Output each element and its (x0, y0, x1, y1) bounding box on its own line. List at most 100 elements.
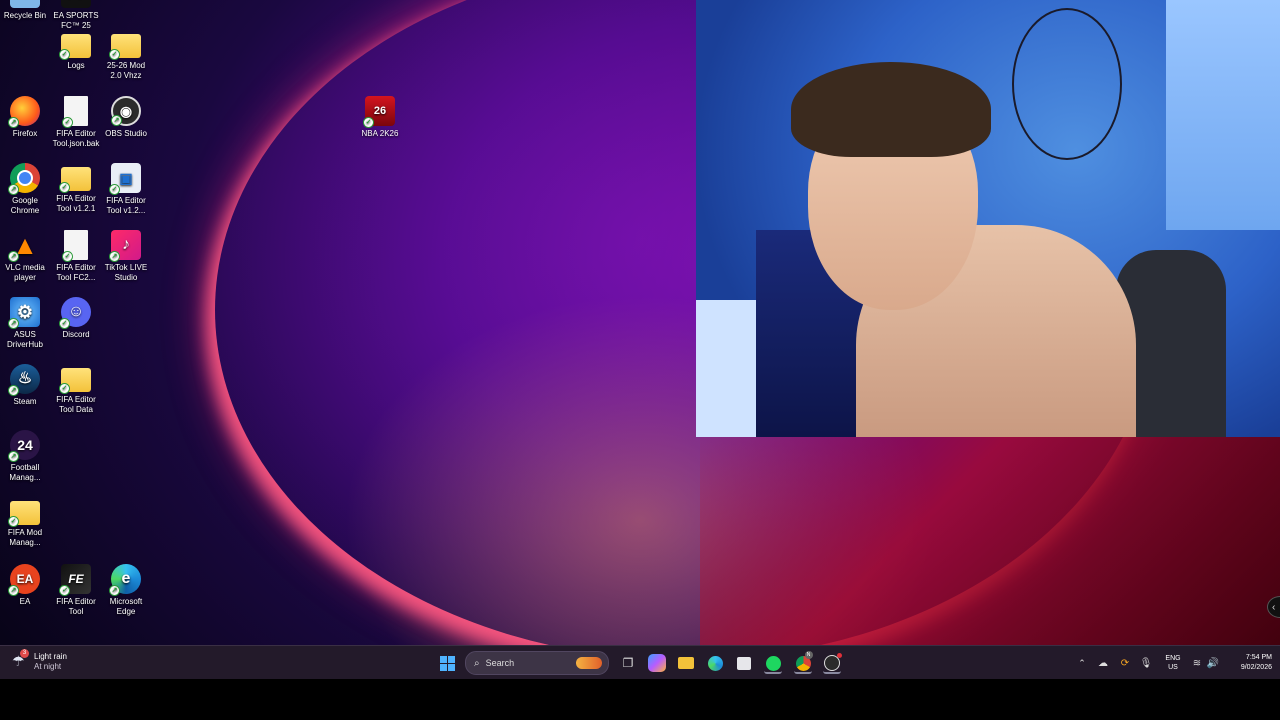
desktop-icon-label: EA (19, 597, 31, 606)
folder-icon: ✓ (59, 167, 91, 193)
desktop-icon-fifa-editor-data[interactable]: ✓ FIFA Editor Tool Data (51, 364, 101, 415)
google-chrome-icon: ↗ (8, 163, 40, 195)
desktop-icon-label: Recycle Bin (3, 11, 47, 20)
search-icon: ⌕ (474, 657, 480, 669)
desktop-icon-fifa-editor-fc2[interactable]: ✓ FIFA Editor Tool FC2... (51, 230, 101, 283)
file-explorer-button[interactable] (677, 654, 695, 672)
taskbar: ☂ 3 Light rain At night ⌕ Search ❐ N ⌃ ☁… (0, 645, 1280, 679)
desktop-icon-recycle-bin[interactable]: ♲ Recycle Bin (0, 0, 50, 21)
task-view-button[interactable]: ❐ (619, 654, 637, 672)
desktop-icon-football-manager[interactable]: 24 ↗ Football Manag... (0, 430, 50, 483)
weather-condition: Light rain (34, 652, 67, 661)
expand-chevron-icon[interactable]: ‹ (1267, 596, 1280, 618)
taskbar-search[interactable]: ⌕ Search (465, 651, 609, 675)
onedrive-icon[interactable]: ☁ (1096, 654, 1110, 672)
desktop-icon-fifa-mod-manager[interactable]: ✓ FIFA Mod Manag... (0, 497, 50, 548)
desktop-icon-label: VLC media player (5, 263, 45, 282)
letterbox-bar (0, 679, 1280, 720)
store-button[interactable] (735, 654, 753, 672)
edge-icon (707, 655, 723, 671)
desktop-icon-logs[interactable]: ✓ Logs (51, 30, 101, 71)
desktop-icon-label: FIFA Editor Tool FC2... (56, 263, 96, 282)
window-blind (1166, 0, 1280, 230)
desktop-icon-label: TikTok LIVE Studio (104, 263, 148, 282)
desktop-icon-label: ASUS DriverHub (6, 330, 43, 349)
desktop-icon-fifa-editor-v12[interactable]: ▣ ✓ FIFA Editor Tool v1.2... (101, 163, 151, 216)
desktop-icon-label: Logs (67, 61, 85, 70)
desktop-icon-label: Google Chrome (10, 196, 40, 215)
desktop-icon-fifa-editor-tool[interactable]: FE ✓ FIFA Editor Tool (51, 564, 101, 617)
edge-icon: e ↗ (109, 564, 141, 596)
desktop-icon-label: FIFA Editor Tool v1.2... (106, 196, 146, 215)
desktop-icon-discord[interactable]: ☺ ✓ Discord (51, 297, 101, 340)
desktop-icon-fifa-editor-json[interactable]: ✓ FIFA Editor Tool.json.bak (51, 96, 101, 149)
vlc-icon: ▲ ↗ (8, 230, 40, 262)
discord-icon: ☺ ✓ (59, 297, 91, 329)
desktop-icon-tiktok-live[interactable]: ♪ ↗ TikTok LIVE Studio (101, 230, 151, 283)
folder-icon: ✓ (59, 368, 91, 394)
desktop-icon-label: FIFA Mod Manag... (7, 528, 43, 547)
desktop-icon-google-chrome[interactable]: ↗ Google Chrome (0, 163, 50, 216)
language-indicator[interactable]: ENG US (1162, 654, 1184, 672)
desktop-icon-vlc[interactable]: ▲ ↗ VLC media player (0, 230, 50, 283)
obs-taskbar-button[interactable] (823, 653, 842, 674)
spotify-icon (765, 655, 781, 671)
firefox-icon: ↗ (8, 96, 40, 128)
desktop-icon-firefox[interactable]: ↗ Firefox (0, 96, 50, 139)
weather-widget[interactable]: ☂ 3 Light rain At night (12, 649, 67, 672)
ea-icon: EA ↗ (8, 564, 40, 596)
folder-icon (678, 657, 694, 669)
desktop-icon-ea-sports-fc[interactable]: FC EA SPORTS FC™ 25 (51, 0, 101, 31)
sync-icon[interactable]: ⟳ (1118, 654, 1132, 672)
desktop-icon-label: NBA 2K26 (361, 129, 399, 138)
microphone-icon[interactable]: 🎙 (1139, 654, 1153, 672)
wifi-icon[interactable]: ≋ (1190, 654, 1204, 672)
ea-sports-fc-icon: FC (61, 0, 91, 8)
desktop-icon-microsoft-edge[interactable]: e ↗ Microsoft Edge (101, 564, 151, 617)
date-text: 9/02/2026 (1240, 664, 1272, 671)
desktop-icon-fifa-editor-v121[interactable]: ✓ FIFA Editor Tool v1.2.1 (51, 163, 101, 214)
edge-taskbar-button[interactable] (706, 654, 724, 672)
steam-icon: ♨ ↗ (8, 364, 40, 396)
time-text: 7:54 PM (1245, 654, 1272, 661)
weather-badge: 3 (20, 649, 29, 658)
recording-dot-icon (837, 653, 842, 658)
desktop-icon-nba-2k26[interactable]: 26 ✓ NBA 2K26 (355, 96, 405, 139)
desktop-icon-label: OBS Studio (105, 129, 147, 138)
desktop-icon-label: Microsoft Edge (109, 597, 143, 616)
chrome-icon: N (795, 650, 813, 671)
folder-icon: ✓ (59, 34, 91, 60)
document-icon: ✓ (62, 96, 88, 128)
volume-icon[interactable]: 🔊 (1206, 654, 1220, 672)
hair (791, 62, 991, 157)
window-app-icon: ▣ ✓ (109, 163, 141, 195)
desktop-icon-label: FIFA Editor Tool Data (56, 395, 96, 414)
desktop-icon-label: FIFA Editor Tool (56, 597, 96, 616)
desktop-icon-asus-driverhub[interactable]: ⚙ ↗ ASUS DriverHub (0, 297, 50, 350)
clock[interactable]: 7:54 PM 9/02/2026 (1222, 653, 1272, 673)
desktop-icon-obs-studio[interactable]: ◉ ↗ OBS Studio (101, 96, 151, 139)
desktop-icon-ea[interactable]: EA ↗ EA (0, 564, 50, 607)
fifa-editor-tool-icon: FE ✓ (59, 564, 91, 596)
chevron-up-icon[interactable]: ⌃ (1075, 654, 1089, 672)
spotify-button[interactable] (764, 654, 782, 674)
gear-icon: ⚙ ↗ (8, 297, 40, 329)
search-placeholder: Search (485, 658, 515, 668)
webcam-overlay (696, 0, 1280, 437)
desktop-icon-mod-folder[interactable]: ✓ 25-26 Mod 2.0 Vhzz (101, 30, 151, 81)
search-highlight-icon (576, 657, 602, 669)
desktop-icon-label: Discord (62, 330, 90, 339)
windows-logo-icon (439, 655, 455, 671)
folder-icon: ✓ (109, 34, 141, 60)
desktop-icon-steam[interactable]: ♨ ↗ Steam (0, 364, 50, 407)
copilot-button[interactable] (648, 654, 666, 672)
document-icon: ✓ (62, 230, 88, 262)
rain-cloud-icon: ☂ 3 (12, 649, 30, 671)
chrome-taskbar-button[interactable]: N (794, 650, 813, 674)
start-button[interactable] (438, 654, 456, 672)
folder-icon: ✓ (8, 501, 40, 527)
desktop-icon-label: Steam (13, 397, 37, 406)
task-view-icon: ❐ (622, 656, 634, 670)
nba-2k26-icon: 26 ✓ (363, 96, 395, 128)
desktop-icon-label: 25-26 Mod 2.0 Vhzz (106, 61, 146, 80)
